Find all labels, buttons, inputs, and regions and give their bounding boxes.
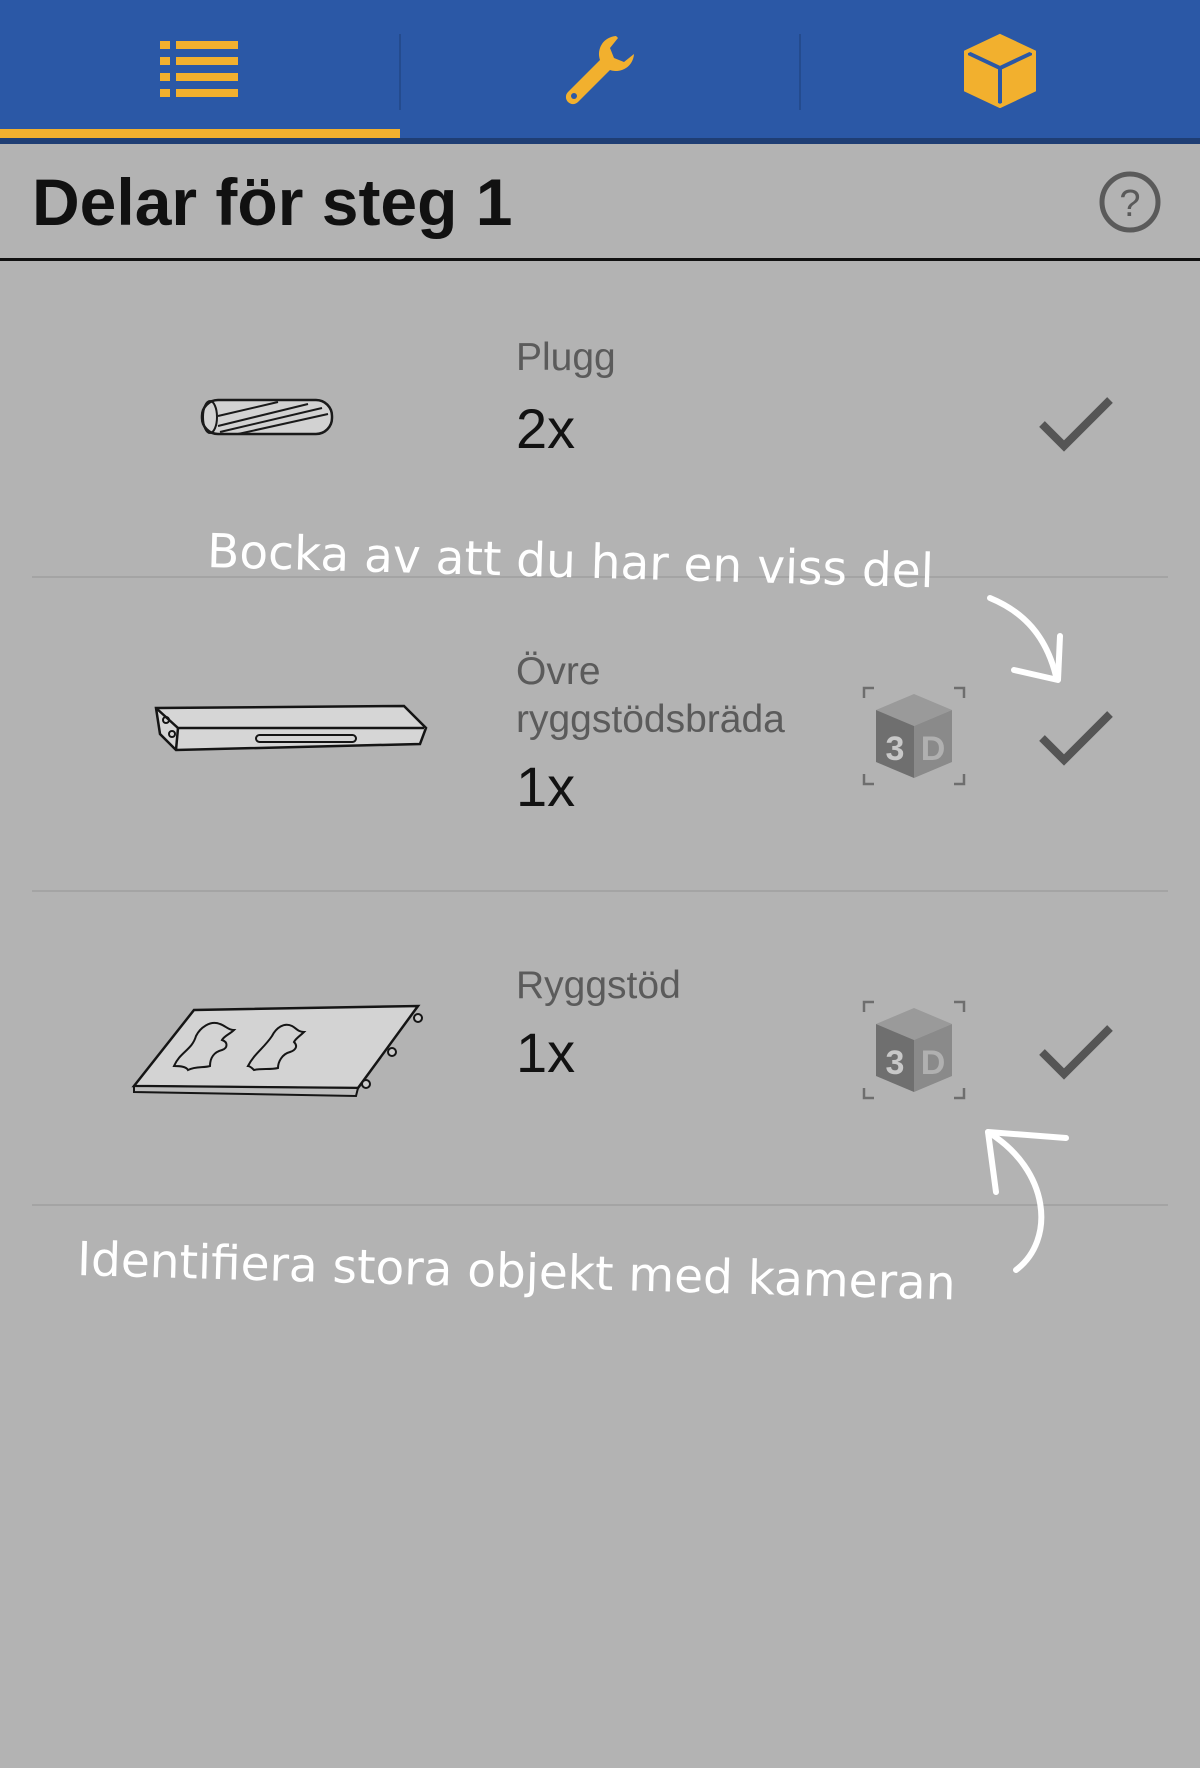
board-icon: [154, 704, 428, 752]
page-header: Delar för steg 1 ?: [0, 144, 1200, 260]
part-quantity: 1x: [516, 1021, 576, 1084]
arrow-icon: [987, 595, 1063, 683]
part-name: Övre ryggstödsbräda: [516, 648, 816, 744]
part-quantity: 2x: [516, 397, 576, 460]
annotation-camera-hint: Identifiera stora objekt med kameran: [76, 1232, 957, 1312]
arrow-icon: [985, 1129, 1069, 1273]
label-3d-right: D: [921, 730, 946, 768]
part-row: Plugg 2x: [0, 262, 1200, 576]
checkmark-icon[interactable]: [1036, 384, 1116, 464]
part-name: Ryggstöd: [516, 964, 681, 1007]
help-icon[interactable]: ?: [1098, 170, 1162, 234]
list-icon: [160, 41, 238, 97]
dowel-icon: [200, 398, 334, 436]
top-tab-bar: [0, 0, 1200, 140]
checkmark-icon[interactable]: [1036, 1012, 1116, 1092]
label-3d-left: 3: [886, 730, 905, 768]
part-quantity: 1x: [516, 755, 576, 818]
part-name: Plugg: [516, 336, 616, 379]
cube-icon: [964, 33, 1036, 108]
svg-text:?: ?: [1119, 183, 1140, 225]
part-name-line: ryggstödsbräda: [516, 698, 785, 741]
label-3d-right: D: [921, 1044, 946, 1082]
view-3d-button[interactable]: 3 D: [862, 1000, 966, 1100]
view-3d-button[interactable]: 3 D: [862, 686, 966, 786]
header-divider: [0, 258, 1200, 261]
tab-tools[interactable]: [400, 0, 800, 140]
page-title: Delar för steg 1: [32, 165, 513, 239]
part-name-line: Övre: [516, 650, 601, 693]
wrench-icon: [565, 36, 634, 105]
checkmark-icon[interactable]: [1036, 698, 1116, 778]
label-3d-left: 3: [886, 1044, 905, 1082]
tab-3d-view[interactable]: [800, 0, 1200, 140]
tab-parts-list[interactable]: [0, 0, 400, 140]
backrest-panel-icon: [131, 1004, 423, 1098]
